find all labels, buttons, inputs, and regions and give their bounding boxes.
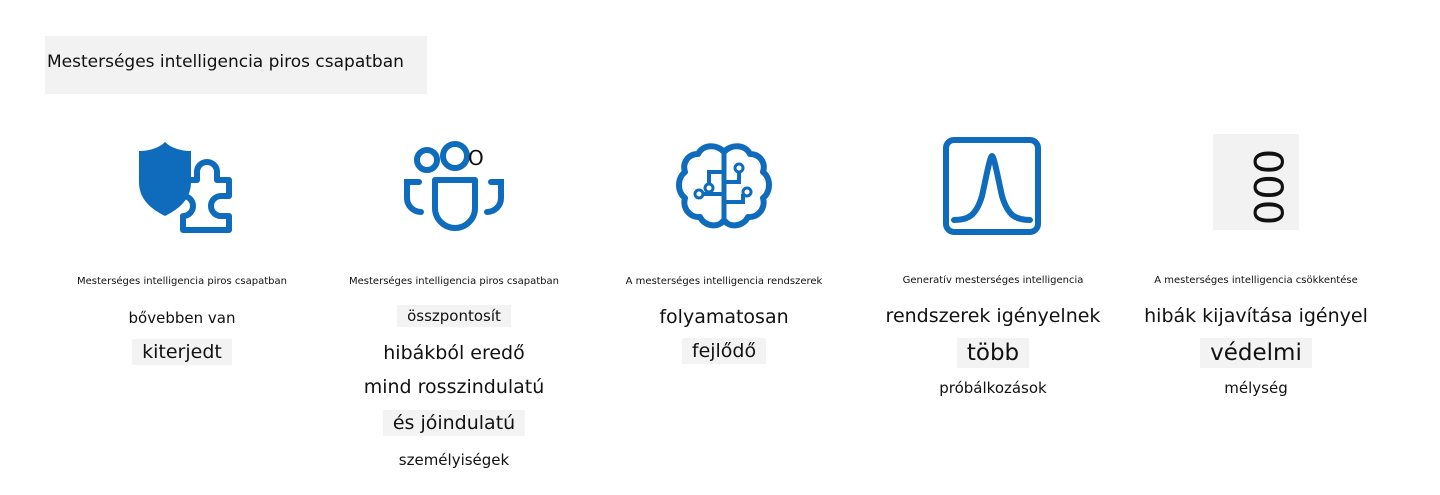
svg-text:000: 000 xyxy=(1244,149,1290,225)
column-1-line-1: Mesterséges intelligencia piros csapatba… xyxy=(77,276,287,287)
column-2-line-2: összpontosít xyxy=(397,305,511,327)
column-2-line-4: mind rosszindulatú xyxy=(363,376,545,398)
column-4-line-3: több xyxy=(956,338,1030,368)
column-2-line-3: hibákból eredő xyxy=(383,342,525,364)
column-5-line-1: A mesterséges intelligencia csökkentése xyxy=(1154,275,1358,286)
column-2-line-1: Mesterséges intelligencia piros csapatba… xyxy=(349,276,559,287)
bell-curve-icon xyxy=(943,137,1041,235)
column-evolving: A mesterséges intelligencia rendszerek f… xyxy=(584,0,864,495)
column-3-line-3: fejlődő xyxy=(681,338,767,364)
column-4-line-2: rendszerek igényelnek xyxy=(885,305,1101,327)
stacked-circles-icon: 000 xyxy=(1244,149,1290,225)
column-3-line-2: folyamatosan xyxy=(659,306,789,328)
column-2-line-6: személyiségek xyxy=(398,451,510,469)
column-focus: O Mesterséges intelligencia piros csapat… xyxy=(314,0,594,495)
column-generative: Generatív mesterséges intelligencia rend… xyxy=(853,0,1133,495)
brain-circuit-icon xyxy=(676,143,772,229)
column-5-line-2: hibák kijavítása igényel xyxy=(1144,305,1368,327)
people-team-icon xyxy=(404,141,504,231)
column-scope: Mesterséges intelligencia piros csapatba… xyxy=(42,0,322,495)
column-4-line-4: próbálkozások xyxy=(939,379,1047,397)
column-5-line-3: védelmi xyxy=(1200,338,1312,368)
column-5-line-4: mélység xyxy=(1224,379,1288,397)
column-1-line-2: bővebben van xyxy=(128,309,236,327)
team-icon-letter: O xyxy=(468,146,484,170)
column-3-line-1: A mesterséges intelligencia rendszerek xyxy=(625,276,823,287)
column-4-line-1: Generatív mesterséges intelligencia xyxy=(902,275,1084,286)
column-1-line-3: kiterjedt xyxy=(132,339,232,365)
column-mitigation: 000 A mesterséges intelligencia csökkent… xyxy=(1116,0,1396,495)
shield-puzzle-icon xyxy=(139,142,232,233)
column-2-line-5: és jóindulatú xyxy=(382,410,526,436)
